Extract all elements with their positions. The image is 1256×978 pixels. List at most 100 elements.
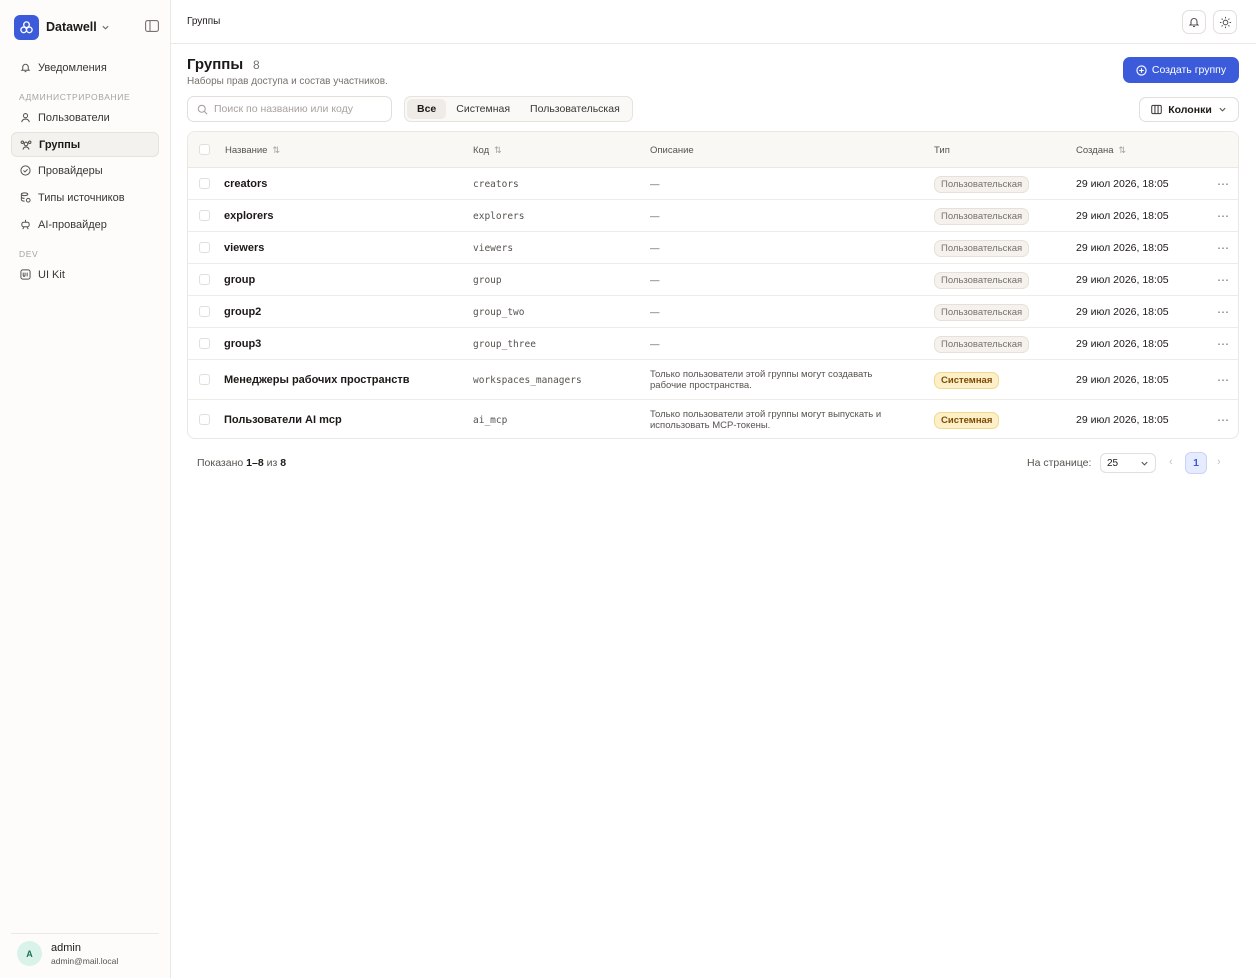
- sidebar-toggle-icon[interactable]: [145, 20, 159, 32]
- more-horizontal-icon: ⋯: [1217, 241, 1230, 255]
- group-name[interactable]: group: [224, 264, 255, 296]
- sort-icon: ⇅: [1118, 145, 1127, 155]
- created-date: 29 июл 2026, 18:05: [1076, 306, 1169, 318]
- sidebar-item-groups[interactable]: Группы: [11, 132, 159, 157]
- user-menu[interactable]: A admin admin@mail.local: [11, 933, 159, 973]
- create-group-button[interactable]: Создать группу: [1123, 57, 1239, 83]
- tab-system[interactable]: Системная: [446, 99, 520, 119]
- user-email: admin@mail.local: [51, 955, 119, 966]
- row-checkbox[interactable]: [199, 306, 210, 317]
- table-header: Название ⇅ Код ⇅ Описание Тип Создана ⇅: [188, 132, 1238, 168]
- row-checkbox[interactable]: [199, 414, 210, 425]
- theme-toggle-button[interactable]: [1213, 10, 1237, 34]
- table-row[interactable]: Менеджеры рабочих пространств workspaces_…: [188, 360, 1238, 400]
- sidebar: Datawell Уведомления Администрирование П…: [0, 0, 171, 978]
- column-header-name[interactable]: Название ⇅: [225, 145, 280, 156]
- sidebar-item-source-types[interactable]: Типы источников: [11, 185, 159, 210]
- group-code: group_two: [473, 306, 525, 318]
- table-row[interactable]: Пользователи AI mcp ai_mcp Только пользова…: [188, 400, 1238, 438]
- row-checkbox[interactable]: [199, 242, 210, 253]
- row-actions-button[interactable]: ⋯: [1217, 360, 1230, 400]
- column-header-label: Описание: [650, 145, 694, 156]
- group-code: group: [473, 274, 502, 286]
- column-header-code[interactable]: Код ⇅: [473, 145, 502, 156]
- table-row[interactable]: group2 group_two — Пользовательская 29 июл 2…: [188, 296, 1238, 328]
- group-name[interactable]: group3: [224, 328, 261, 360]
- next-page-button[interactable]: ›: [1217, 456, 1221, 468]
- topbar: Группы: [171, 0, 1256, 44]
- per-page-label: На странице:: [1027, 457, 1092, 469]
- created-date: 29 июл 2026, 18:05: [1076, 242, 1169, 254]
- row-actions-button[interactable]: ⋯: [1217, 296, 1230, 328]
- row-checkbox[interactable]: [199, 178, 210, 189]
- sidebar-item-providers[interactable]: Провайдеры: [11, 158, 159, 183]
- per-page-select[interactable]: 25: [1100, 453, 1156, 473]
- table-row[interactable]: creators creators — Пользовательская 29 июл …: [188, 168, 1238, 200]
- column-header-description: Описание: [650, 145, 694, 156]
- row-checkbox[interactable]: [199, 338, 210, 349]
- column-header-label: Создана: [1076, 145, 1114, 156]
- groups-table: Название ⇅ Код ⇅ Описание Тип Создана ⇅ cre…: [187, 131, 1239, 439]
- group-name[interactable]: Менеджеры рабочих пространств: [224, 360, 410, 400]
- row-actions-button[interactable]: ⋯: [1217, 200, 1230, 232]
- avatar: A: [17, 941, 42, 966]
- group-description: —: [650, 338, 660, 350]
- created-date: 29 июл 2026, 18:05: [1076, 414, 1169, 426]
- chevron-down-icon: [1219, 107, 1226, 112]
- row-actions-button[interactable]: ⋯: [1217, 232, 1230, 264]
- bell-icon: [19, 62, 31, 74]
- tab-custom[interactable]: Пользовательская: [520, 99, 630, 119]
- brand-name: Datawell: [46, 20, 97, 34]
- row-actions-button[interactable]: ⋯: [1217, 168, 1230, 200]
- table-row[interactable]: viewers viewers — Пользовательская 29 июл 20…: [188, 232, 1238, 264]
- plus-circle-icon: [1136, 64, 1147, 76]
- more-horizontal-icon: ⋯: [1217, 337, 1230, 351]
- group-name[interactable]: Пользователи AI mcp: [224, 400, 342, 438]
- group-name[interactable]: creators: [224, 168, 267, 200]
- nav-section-admin: Администрирование: [19, 92, 131, 102]
- row-checkbox[interactable]: [199, 374, 210, 385]
- group-name[interactable]: explorers: [224, 200, 274, 232]
- current-page-button[interactable]: 1: [1185, 452, 1207, 474]
- prev-page-button[interactable]: ‹: [1169, 456, 1173, 468]
- sidebar-item-ui-kit[interactable]: UI Kit: [11, 262, 159, 287]
- type-badge: Пользовательская: [934, 207, 1030, 225]
- type-badge: Системная: [934, 411, 1000, 429]
- table-row[interactable]: group3 group_three — Пользовательская 29 июл…: [188, 328, 1238, 360]
- group-description: —: [650, 178, 660, 190]
- more-horizontal-icon: ⋯: [1217, 209, 1230, 223]
- search-input[interactable]: [214, 103, 384, 115]
- shown-total: 8: [280, 457, 287, 469]
- group-name[interactable]: group2: [224, 296, 261, 328]
- row-actions-button[interactable]: ⋯: [1217, 328, 1230, 360]
- select-all-checkbox[interactable]: [199, 144, 210, 155]
- workspace-switcher[interactable]: Datawell: [14, 14, 110, 40]
- sidebar-item-users[interactable]: Пользователи: [11, 105, 159, 130]
- sort-icon: ⇅: [272, 145, 280, 155]
- table-row[interactable]: explorers explorers — Пользовательская 29 ию…: [188, 200, 1238, 232]
- type-badge: Пользовательская: [934, 271, 1030, 289]
- row-checkbox[interactable]: [199, 274, 210, 285]
- sidebar-item-notifications[interactable]: Уведомления: [11, 55, 159, 80]
- shown-of: из: [266, 457, 278, 469]
- sidebar-item-ai-provider[interactable]: AI-провайдер: [11, 212, 159, 237]
- user-icon: [19, 112, 31, 124]
- table-row[interactable]: group group — Пользовательская 29 июл 2026, …: [188, 264, 1238, 296]
- group-description: —: [650, 274, 660, 286]
- row-checkbox[interactable]: [199, 210, 210, 221]
- tab-all[interactable]: Все: [407, 99, 447, 119]
- notifications-button[interactable]: [1182, 10, 1206, 34]
- group-description: —: [650, 210, 660, 222]
- row-actions-button[interactable]: ⋯: [1217, 400, 1230, 438]
- columns-button[interactable]: Колонки: [1139, 97, 1239, 122]
- pagination-summary: Показано 1–8 из 8: [197, 457, 286, 469]
- page-title: Группы: [187, 56, 244, 73]
- group-name[interactable]: viewers: [224, 232, 264, 264]
- database-icon: [19, 192, 31, 204]
- row-actions-button[interactable]: ⋯: [1217, 264, 1230, 296]
- created-date: 29 июл 2026, 18:05: [1076, 274, 1169, 286]
- create-group-label: Создать группу: [1151, 64, 1227, 76]
- column-header-created[interactable]: Создана ⇅: [1076, 145, 1126, 156]
- ui-kit-icon: [19, 269, 31, 281]
- shown-range: 1–8: [246, 457, 264, 469]
